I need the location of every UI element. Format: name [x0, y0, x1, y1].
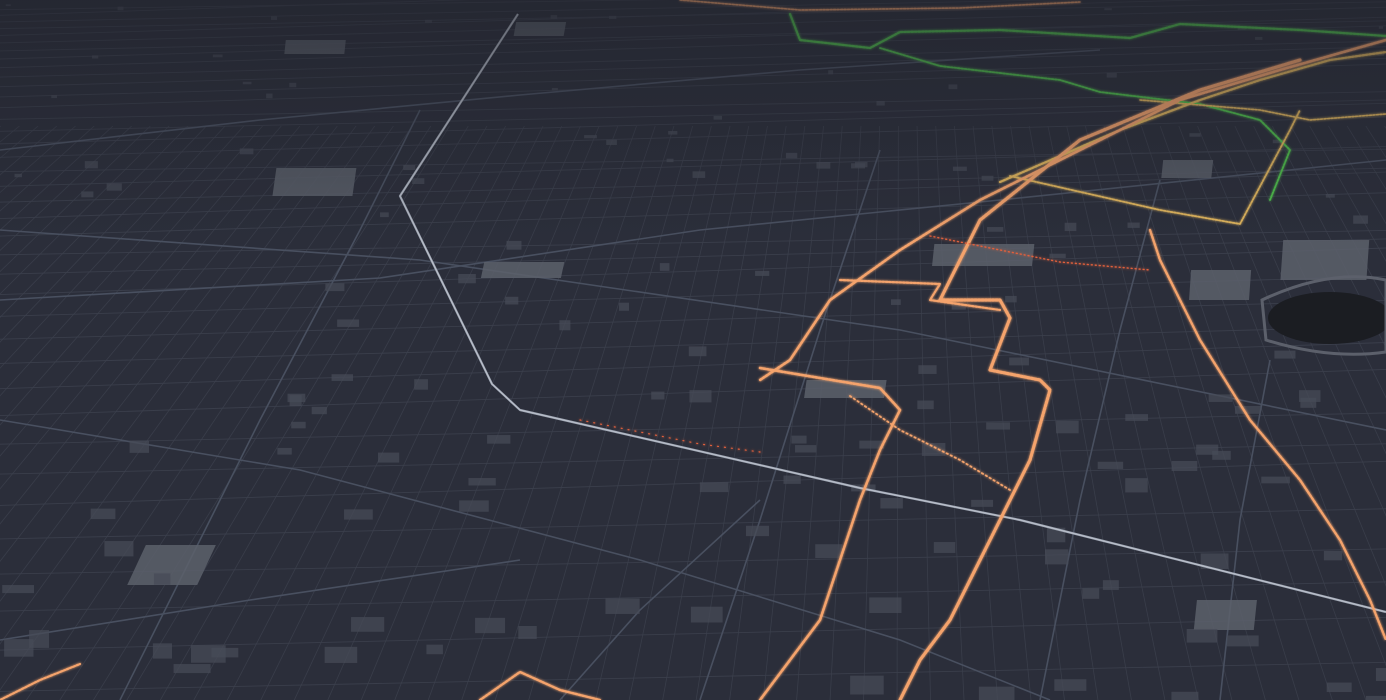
- map-canvas[interactable]: [0, 0, 1386, 700]
- horizon-haze: [0, 0, 1386, 700]
- map-render[interactable]: [0, 0, 1386, 700]
